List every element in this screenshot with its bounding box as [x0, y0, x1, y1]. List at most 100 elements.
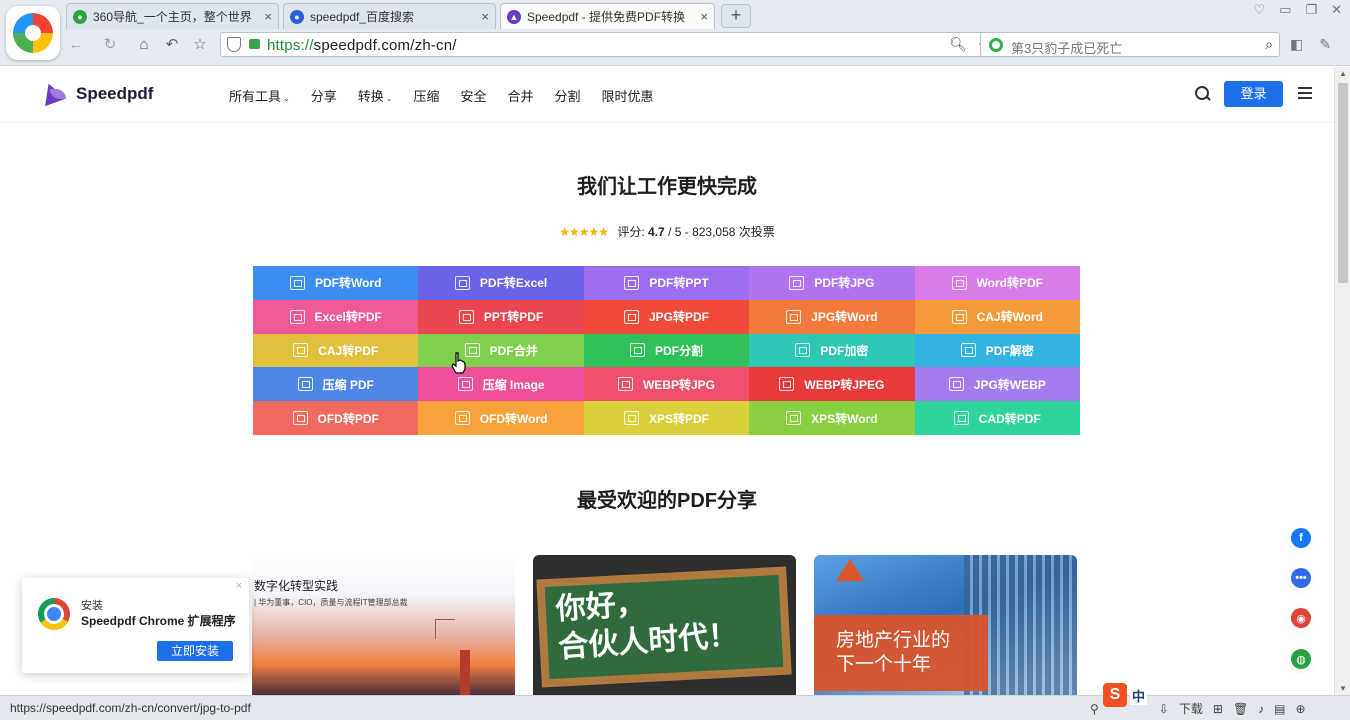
butterfly-logo-icon — [38, 79, 68, 109]
restore-icon[interactable]: ❐ — [1305, 2, 1317, 18]
browser-logo-icon[interactable] — [6, 6, 60, 60]
tool-cell[interactable]: 压缩 Image — [418, 367, 584, 402]
refresh-icon[interactable]: ↻ — [100, 35, 120, 55]
download-icon[interactable]: ⇩ — [1159, 702, 1169, 716]
search-icon[interactable]: ⌕ — [1265, 36, 1273, 53]
tab-360-nav[interactable]: ● 360导航_一个主页，整个世界 × — [66, 3, 279, 29]
menu-item-split[interactable]: 分割 — [555, 86, 581, 105]
download-label[interactable]: 下载 — [1179, 700, 1203, 717]
menu-item-offers[interactable]: 限时优惠 — [602, 86, 654, 105]
tool-cell[interactable]: PPT转PDF — [418, 299, 584, 334]
chrome-logo-icon — [38, 598, 70, 630]
favorite-icon[interactable]: ☆ — [190, 35, 210, 55]
close-window-icon[interactable]: ✕ — [1331, 2, 1342, 18]
menu-item-all-tools[interactable]: 所有工具 ⌄ — [229, 86, 290, 105]
tool-cell[interactable]: JPG转Word — [749, 299, 915, 334]
close-icon[interactable]: × — [236, 580, 242, 592]
scroll-thumb[interactable] — [1338, 83, 1348, 283]
trash-icon[interactable]: 🗑︎ — [1233, 702, 1248, 716]
page-scrollbar[interactable]: ▲ ▼ — [1334, 67, 1350, 695]
tool-grid: PDF转Word PDF转Excel PDF转PPT PDF转JPG Word转PDF E… — [253, 266, 1080, 435]
tool-cell[interactable]: OFD转PDF — [253, 401, 419, 435]
site-search-icon[interactable] — [1193, 84, 1211, 102]
globe-icon[interactable]: ◍ — [1291, 649, 1311, 669]
tool-cell[interactable]: PDF转JPG — [749, 266, 915, 300]
browser-chrome: ● 360导航_一个主页，整个世界 × ● speedpdf_百度搜索 × ▲ … — [0, 0, 1350, 66]
tools-icon[interactable]: ✎ — [1319, 36, 1331, 53]
login-button[interactable]: 登录 — [1224, 81, 1283, 107]
volume-icon[interactable]: ♪ — [1258, 702, 1264, 716]
scroll-up-icon[interactable]: ▲ — [1335, 69, 1350, 78]
tool-cell[interactable]: JPG转PDF — [583, 299, 750, 334]
tool-cell[interactable]: Excel转PDF — [253, 299, 419, 334]
tool-label: PPT转PDF — [483, 310, 544, 325]
clipboard-icon[interactable]: ▤ — [1274, 702, 1285, 716]
tool-cell[interactable]: CAJ转PDF — [253, 333, 419, 368]
messenger-icon[interactable]: ••• — [1291, 568, 1311, 588]
menu-item-convert[interactable]: 转换 ⌄ — [358, 86, 393, 105]
tool-cell[interactable]: OFD转Word — [418, 401, 584, 435]
ime-indicator[interactable]: S 中 — [1103, 683, 1153, 707]
window-controls: ♡ ▭ ❐ ✕ — [1253, 2, 1342, 18]
tool-label: OFD转PDF — [317, 411, 379, 426]
tool-cell[interactable]: XPS转Word — [749, 401, 915, 435]
zoom-level-icon[interactable]: ⊕ — [1296, 702, 1306, 716]
tool-cell[interactable]: PDF加密 — [749, 333, 915, 368]
tool-cell[interactable]: PDF合并 — [418, 333, 584, 368]
tab-speedpdf[interactable]: ▲ Speedpdf - 提供免费PDF转换 × — [500, 3, 715, 29]
back-icon[interactable]: ← — [66, 35, 86, 55]
site-logo[interactable]: Speedpdf — [38, 79, 153, 109]
menu-item-compress[interactable]: 压缩 — [413, 86, 439, 105]
sogou-ime-icon: S — [1103, 683, 1127, 707]
tab-close-icon[interactable]: × — [264, 9, 272, 24]
tool-cell[interactable]: PDF转Word — [253, 266, 419, 300]
search-input[interactable]: 第3只豹子成已死亡 — [1011, 38, 1122, 57]
menu-item-merge[interactable]: 合并 — [507, 86, 533, 105]
toolbar-right: ◧ ✎ — [1290, 36, 1331, 53]
menu-item-share[interactable]: 分享 — [311, 86, 337, 105]
shield-icon[interactable] — [227, 37, 241, 52]
search-engine-icon — [989, 38, 1003, 52]
undo-icon[interactable]: ↶ — [162, 35, 182, 55]
menu-item-security[interactable]: 安全 — [460, 86, 486, 105]
search-box[interactable]: 第3只豹子成已死亡 ⌕ — [980, 32, 1280, 57]
minimize-icon[interactable]: ▭ — [1279, 2, 1291, 18]
plugin-icon[interactable]: ⚲ — [1090, 702, 1099, 716]
tool-cell[interactable]: JPG转WEBP — [914, 367, 1080, 402]
tab-baidu-search[interactable]: ● speedpdf_百度搜索 × — [283, 3, 496, 29]
tool-label: XPS转Word — [811, 411, 878, 426]
tool-cell[interactable]: WEBP转JPEG — [749, 367, 915, 402]
tool-cell[interactable]: PDF解密 — [914, 333, 1080, 368]
install-now-button[interactable]: 立即安装 — [157, 641, 233, 661]
address-url[interactable]: https://speedpdf.com/zh-cn/ — [267, 37, 457, 54]
hamburger-menu-icon[interactable] — [1298, 87, 1312, 99]
zoom-icon[interactable]: 🔍︎ — [949, 36, 967, 53]
tool-cell[interactable]: WEBP转JPG — [583, 367, 750, 402]
add-icon[interactable]: ⊞ — [1213, 702, 1223, 716]
tool-cell[interactable]: PDF转Excel — [418, 266, 584, 300]
tab-close-icon[interactable]: × — [700, 9, 708, 24]
tool-cell[interactable]: PDF转PPT — [583, 266, 750, 300]
tab-title: speedpdf_百度搜索 — [310, 10, 415, 24]
home-icon[interactable]: ⌂ — [134, 35, 154, 55]
share-card-real-estate[interactable]: 房地产行业的 下一个十年 — [814, 555, 1077, 695]
tool-cell[interactable]: PDF分割 — [583, 333, 750, 368]
tool-label: CAD转PDF — [978, 411, 1041, 426]
facebook-icon[interactable]: f — [1291, 528, 1311, 548]
tool-cell[interactable]: XPS转PDF — [583, 401, 750, 435]
tool-label: CAJ转Word — [976, 310, 1044, 325]
tool-cell[interactable]: CAD转PDF — [914, 401, 1080, 435]
share-card-partner-era[interactable]: 你好， 合伙人时代！ — [533, 555, 796, 695]
chrome-icon[interactable]: ◉ — [1291, 608, 1311, 628]
new-tab-button[interactable]: + — [721, 4, 751, 28]
tab-close-icon[interactable]: × — [481, 9, 489, 24]
scroll-down-icon[interactable]: ▼ — [1335, 684, 1350, 693]
tool-cell[interactable]: 压缩 PDF — [253, 367, 419, 402]
skin-icon[interactable]: ♡ — [1253, 2, 1265, 18]
file-convert-icon — [617, 377, 633, 392]
share-card-digital-transformation[interactable]: 数字化转型实践 | 华为董事，CIO，质量与流程IT管理部总裁 — [252, 555, 515, 695]
reader-icon[interactable]: ◧ — [1290, 36, 1303, 53]
tool-cell[interactable]: CAJ转Word — [914, 299, 1080, 334]
tool-cell[interactable]: Word转PDF — [914, 266, 1080, 300]
address-bar[interactable]: https://speedpdf.com/zh-cn/ 🔍︎ ϟ ☆ ▼ — [220, 32, 1038, 57]
